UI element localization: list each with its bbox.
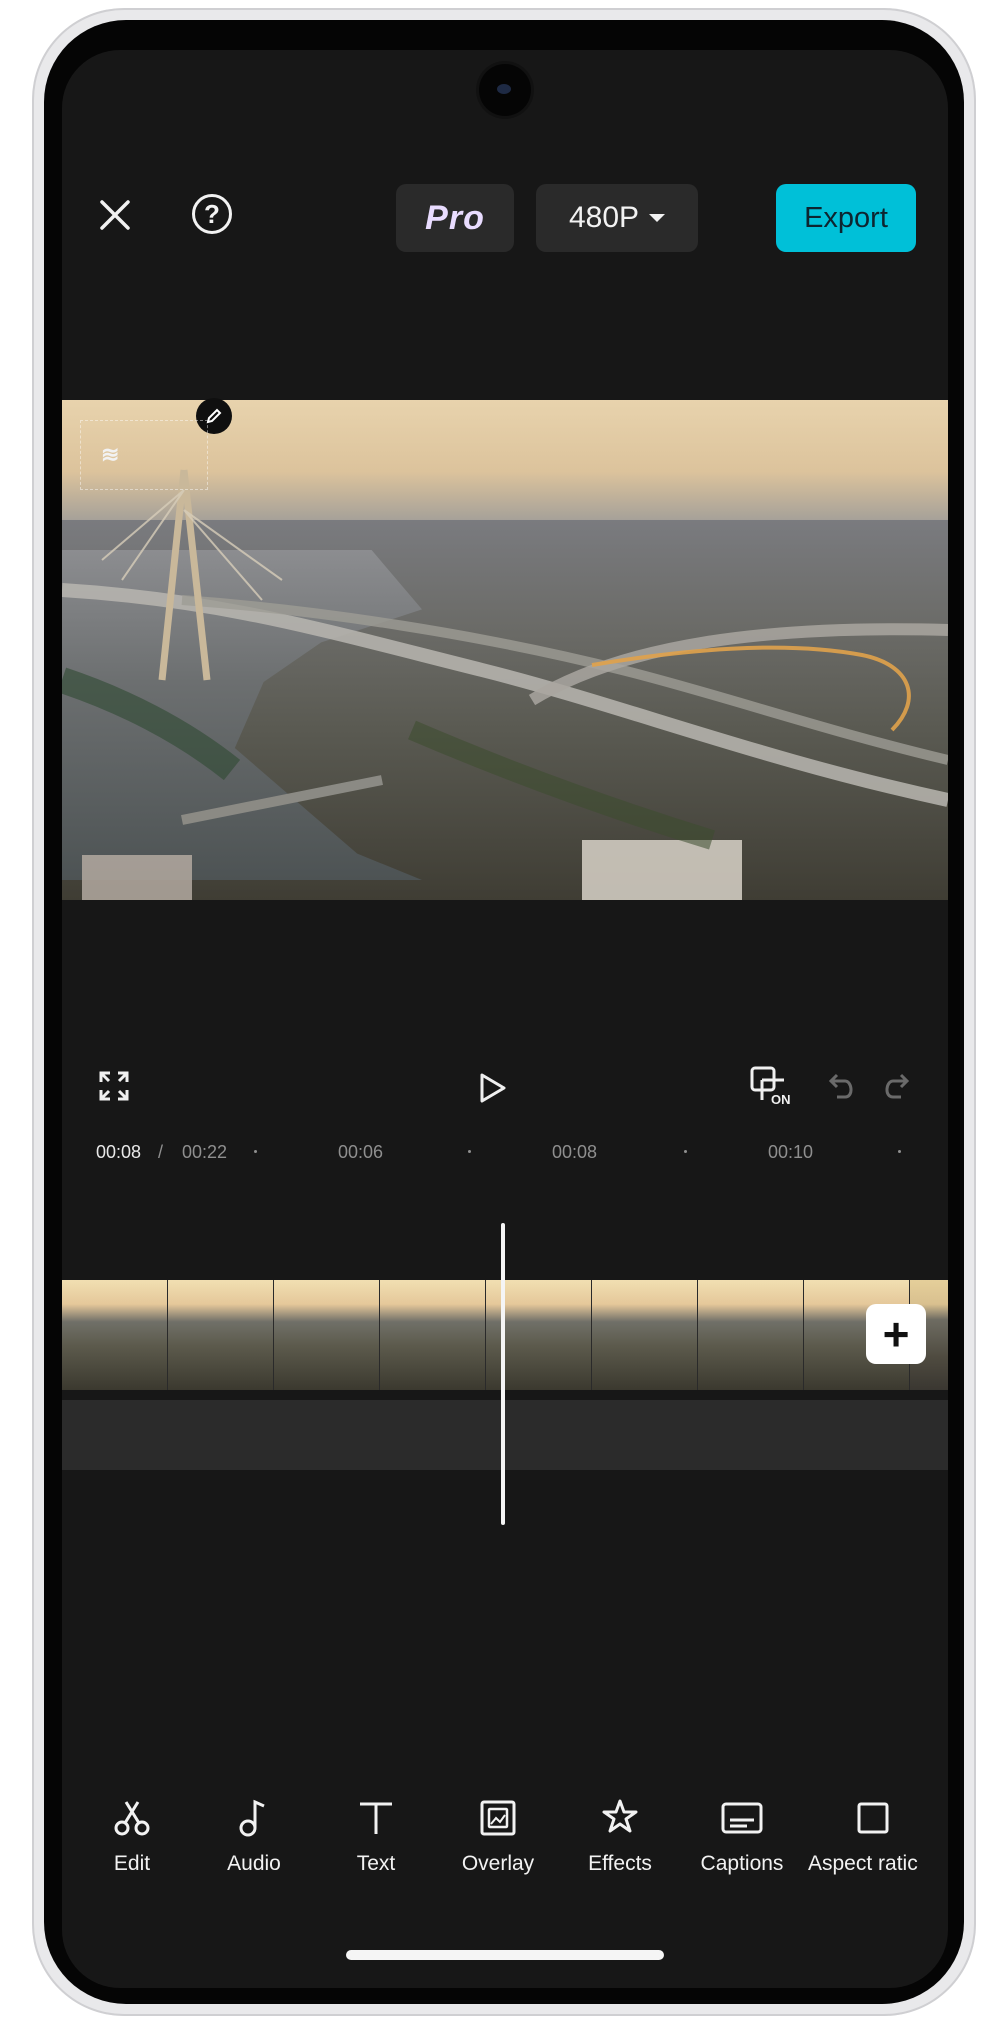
tool-overlay[interactable]: Overlay [438,1790,558,1900]
pro-label: Pro [425,198,485,237]
clip-thumbnail [274,1280,380,1390]
help-icon: ? [192,194,232,234]
current-time: 00:08 [96,1142,142,1162]
clip-thumbnail [168,1280,274,1390]
keyframe-on-icon: ON [750,1066,791,1107]
clip-thumbnail [592,1280,698,1390]
video-clip[interactable] [62,1280,948,1390]
keyframe-toggle[interactable]: ON [744,1058,800,1114]
timeline-track[interactable]: + [62,1280,948,1520]
resolution-dropdown[interactable]: 480P [536,184,698,252]
help-glyph: ? [204,198,220,229]
tool-label: Effects [588,1852,652,1875]
ruler-dot [684,1150,687,1153]
chevron-down-icon [649,214,666,222]
total-time: 00:22 [182,1142,228,1162]
watermark-logo: ≋ [101,442,120,467]
clip-thumbnail [698,1280,804,1390]
watermark-overlay[interactable]: ≋ [80,420,208,490]
export-label: Export [804,201,888,234]
top-bar: ? Pro 480P Export [62,178,948,258]
scissors-icon [114,1801,150,1836]
text-icon [360,1802,392,1834]
export-button[interactable]: Export [776,184,916,252]
fullscreen-icon [99,1071,129,1101]
editor-screen: ? Pro 480P Export ≋ ON 00:08 / 00:22 00:… [62,50,948,1988]
ruler-dot [254,1150,257,1153]
undo-icon [828,1073,853,1099]
tool-text[interactable]: Text [316,1790,436,1900]
tool-captions[interactable]: Captions [682,1790,802,1900]
time-ruler[interactable]: 00:08 / 00:22 00:06 00:08 00:10 [62,1132,948,1176]
tool-edit[interactable]: Edit [72,1790,192,1900]
overlay-icon [480,1800,516,1836]
playback-controls: ON [62,1054,948,1118]
close-button[interactable] [90,190,140,240]
tool-label: Overlay [461,1852,535,1875]
tool-label: Audio [227,1852,281,1875]
add-clip-button[interactable]: + [866,1304,926,1364]
undo-button[interactable] [818,1062,866,1110]
resolution-value: 480P [568,201,640,234]
music-note-icon [239,1799,265,1837]
tool-label: Text [356,1852,396,1875]
play-icon [480,1073,506,1103]
home-indicator[interactable] [346,1950,664,1960]
tool-audio[interactable]: Audio [194,1790,314,1900]
pro-button[interactable]: Pro [396,184,514,252]
plus-icon: + [882,1308,910,1360]
tool-effects[interactable]: Effects [560,1790,680,1900]
tool-label: Edit [113,1852,151,1875]
ruler-tick: 00:08 [552,1142,598,1162]
captions-icon [721,1802,763,1834]
clip-thumbnail [62,1280,168,1390]
play-button[interactable] [466,1062,518,1114]
tool-label: Captions [700,1852,784,1875]
ruler-dot [898,1150,901,1153]
front-camera [479,64,531,116]
help-button[interactable]: ? [186,188,238,240]
clip-thumbnail [380,1280,486,1390]
aspect-ratio-icon [857,1802,889,1834]
ruler-tick: 00:10 [768,1142,814,1162]
tool-aspect-ratio[interactable]: Aspect ratic [808,1790,948,1900]
close-icon [100,200,130,230]
ruler-dot [468,1150,471,1153]
audio-lane[interactable] [62,1400,948,1470]
effects-icon [602,1799,638,1833]
tool-label: Aspect ratic [808,1852,918,1875]
fullscreen-button[interactable] [90,1062,138,1110]
playhead[interactable] [501,1223,505,1525]
redo-icon [885,1073,910,1099]
time-separator: / [158,1142,164,1162]
redo-button[interactable] [872,1062,920,1110]
svg-text:ON: ON [771,1092,791,1107]
bottom-toolbar: Edit Audio Text Overlay Effects Captions… [62,1790,948,1910]
ruler-tick: 00:06 [338,1142,384,1162]
